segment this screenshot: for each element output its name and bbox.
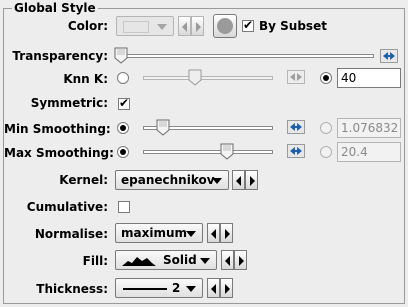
thickness-select[interactable]: 2: [115, 278, 203, 298]
chevron-down-icon: [157, 24, 167, 30]
fill-label: Fill:: [82, 254, 108, 268]
max-smoothing-slider-thumb[interactable]: [220, 143, 234, 160]
transparency-slider[interactable]: [118, 54, 374, 58]
fill-stepper[interactable]: [221, 250, 249, 270]
color-stepper[interactable]: [178, 16, 206, 36]
line-sample-icon: [123, 288, 167, 290]
chevron-down-icon: [186, 231, 196, 237]
knn-value-radio[interactable]: [320, 72, 332, 84]
solid-fill-icon: [122, 257, 156, 266]
knn-slider-thumb: [188, 69, 202, 86]
previous-button[interactable]: [207, 223, 220, 243]
chevron-right-icon: [225, 284, 230, 294]
color-selector[interactable]: [116, 16, 174, 36]
chevron-left-icon: [182, 22, 187, 32]
fill-value: Solid: [163, 253, 197, 267]
knn-value-field[interactable]: 40: [337, 68, 401, 88]
min-smoothing-label: Min Smoothing:: [4, 122, 111, 136]
normalise-label: Normalise:: [34, 227, 108, 241]
next-button[interactable]: [220, 278, 233, 298]
knn-slider-radio[interactable]: [117, 72, 129, 84]
max-smoothing-value-field: 20.4: [337, 142, 401, 162]
knn-slider: [143, 76, 273, 80]
transparency-slider-thumb[interactable]: [114, 47, 128, 64]
chevron-right-icon: [250, 176, 255, 186]
next-button[interactable]: [220, 223, 233, 243]
chevron-down-icon: [200, 258, 210, 264]
max-smoothing-label: Max Smoothing:: [4, 146, 114, 160]
reset-arrows-icon[interactable]: [287, 120, 305, 134]
reset-arrows-icon[interactable]: [287, 144, 305, 158]
thickness-value: 2: [172, 281, 181, 295]
thickness-stepper[interactable]: [207, 278, 235, 298]
chevron-down-icon: [212, 178, 222, 184]
color-circle-icon: [217, 18, 233, 34]
color-swatch: [123, 21, 149, 33]
normalise-value: maximum: [121, 226, 188, 240]
chevron-left-icon: [236, 176, 241, 186]
reset-arrows-icon[interactable]: [380, 49, 398, 63]
knn-label: Knn K:: [63, 72, 108, 86]
color-chooser-button[interactable]: [213, 14, 237, 38]
kernel-stepper[interactable]: [232, 170, 260, 190]
chevron-left-icon: [211, 229, 216, 239]
normalise-select[interactable]: maximum: [115, 223, 203, 243]
global-style-panel: Global Style Color: ✔ By Subset Transpar…: [3, 1, 405, 304]
kernel-label: Kernel:: [59, 173, 108, 187]
min-smoothing-slider-radio[interactable]: [117, 122, 129, 134]
next-button[interactable]: [234, 250, 247, 270]
chevron-right-icon: [225, 229, 230, 239]
cumulative-label: Cumulative:: [26, 200, 108, 214]
chevron-left-icon: [211, 284, 216, 294]
transparency-label: Transparency:: [12, 49, 108, 63]
chevron-right-icon: [239, 256, 244, 266]
previous-button[interactable]: [221, 250, 234, 270]
panel-title: Global Style: [12, 1, 98, 15]
symmetric-checkbox[interactable]: ✔: [118, 96, 130, 110]
min-smoothing-value-radio[interactable]: [320, 122, 332, 134]
normalise-stepper[interactable]: [207, 223, 235, 243]
chevron-left-icon: [225, 256, 230, 266]
previous-button[interactable]: [178, 16, 191, 36]
next-button[interactable]: [191, 16, 204, 36]
previous-button[interactable]: [207, 278, 220, 298]
color-label: Color:: [67, 19, 108, 33]
max-smoothing-slider[interactable]: [143, 150, 273, 154]
symmetric-label: Symmetric:: [30, 96, 108, 110]
thickness-label: Thickness:: [36, 282, 108, 296]
by-subset-label: By Subset: [259, 19, 327, 33]
cumulative-checkbox[interactable]: [118, 201, 130, 213]
max-smoothing-value-radio[interactable]: [320, 146, 332, 158]
max-smoothing-slider-radio[interactable]: [117, 146, 129, 158]
next-button[interactable]: [245, 170, 258, 190]
kernel-value: epanechnikov: [121, 173, 215, 187]
kernel-select[interactable]: epanechnikov: [115, 170, 229, 190]
chevron-down-icon: [186, 286, 196, 292]
min-smoothing-value-field: 1.076832: [337, 118, 401, 138]
previous-button[interactable]: [232, 170, 245, 190]
fill-select[interactable]: Solid: [115, 250, 217, 270]
by-subset-checkbox[interactable]: ✔: [242, 18, 254, 32]
min-smoothing-slider-thumb[interactable]: [156, 119, 170, 136]
reset-arrows-icon: [287, 70, 305, 84]
chevron-right-icon: [196, 22, 201, 32]
